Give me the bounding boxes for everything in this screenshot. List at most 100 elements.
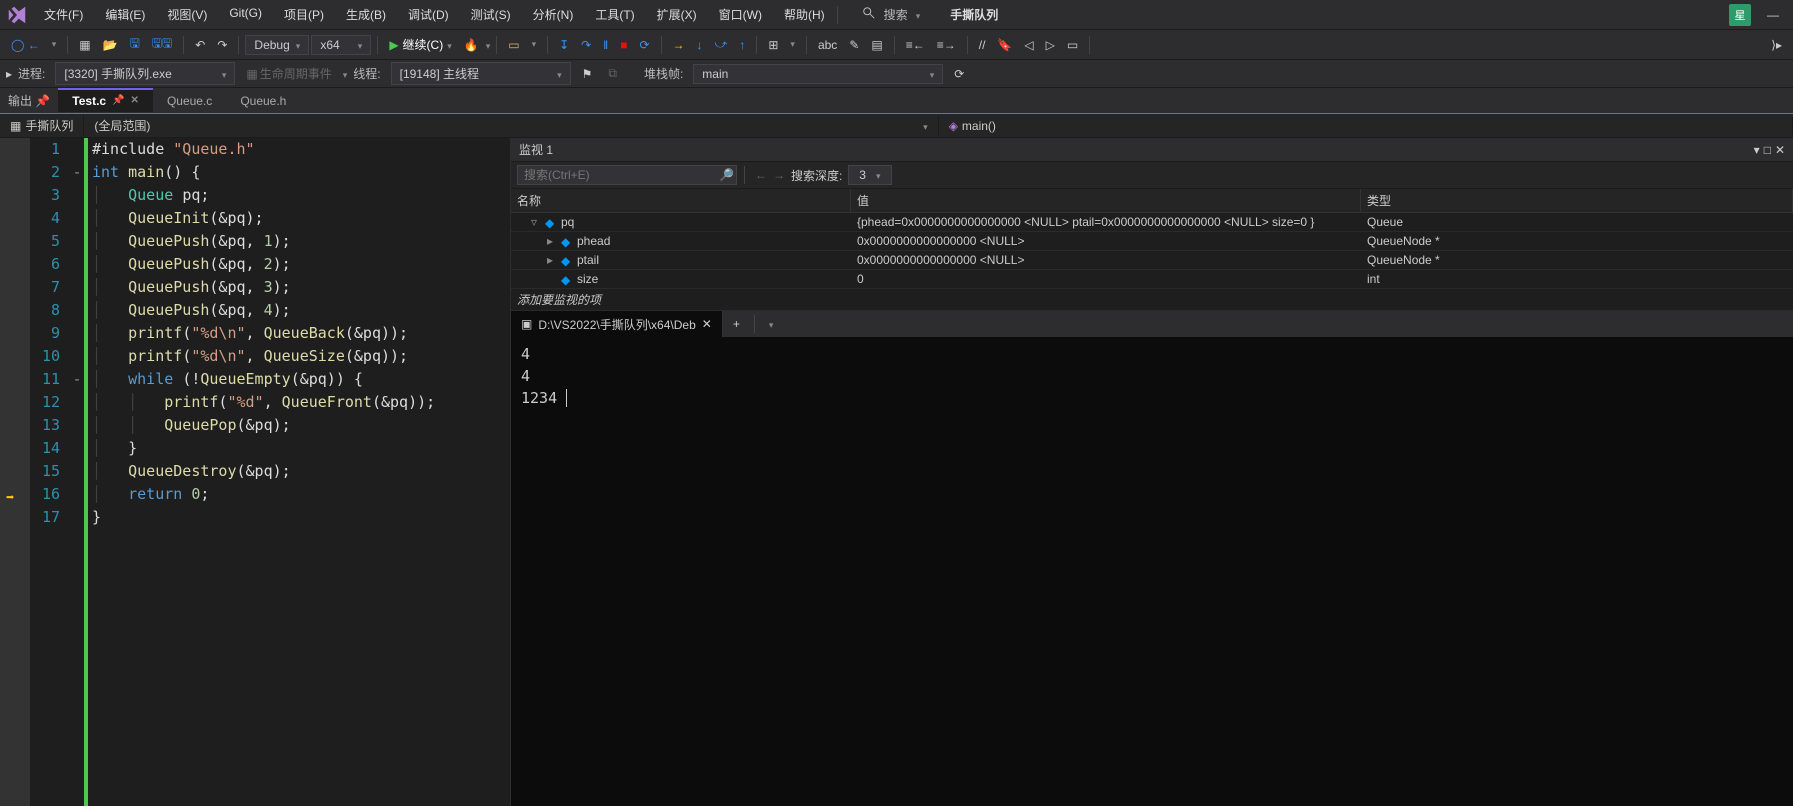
step-into-icon[interactable]: ↧ [554,35,574,55]
indent-icon[interactable]: ≡← [901,35,930,55]
avatar[interactable]: 星 [1729,4,1751,26]
watch-row[interactable]: ▸◆ phead0x0000000000000000 <NULL>QueueNo… [511,232,1793,251]
menu-item[interactable]: 文件(F) [36,2,91,27]
config-dropdown[interactable]: Debug [245,35,309,55]
next-icon[interactable]: → [773,168,785,182]
menu-item[interactable]: 生成(B) [338,2,394,27]
header-type[interactable]: 类型 [1361,189,1793,212]
next-statement-icon[interactable]: → [668,35,690,55]
restart-icon[interactable]: ⟳ [634,35,654,55]
pin-icon[interactable]: 📌 [112,95,124,106]
close-icon[interactable]: ✕ [1775,143,1785,157]
dropdown-icon[interactable]: ▾ [1754,143,1760,157]
header-name[interactable]: 名称 [511,189,851,212]
comment-icon[interactable]: // [974,35,991,55]
minimize-button[interactable]: — [1759,4,1787,26]
pause-icon[interactable]: ‖ [598,35,613,55]
project-context[interactable]: ▦ 手撕队列 [0,115,84,136]
menu-item[interactable]: Git(G) [221,2,270,27]
tool-icon[interactable]: ▤ [866,35,887,55]
member-dropdown[interactable]: ◈ main() [939,117,1793,135]
stop-icon[interactable]: ■ [615,35,632,55]
cube-icon: ◆ [545,216,557,228]
lifecycle-icon[interactable]: ▦ 生命周期事件 [241,62,336,85]
menu-item[interactable]: 分析(N) [525,2,582,27]
hot-reload-icon[interactable]: 🔥 [459,35,484,55]
watch-row[interactable]: ◆ size0int [511,270,1793,289]
prev-icon[interactable]: ← [755,168,767,182]
watch-row[interactable]: ▸◆ ptail0x0000000000000000 <NULL>QueueNo… [511,251,1793,270]
chevron-down-icon[interactable] [759,313,784,335]
live-share-icon[interactable]: ⟩▸ [1766,35,1787,55]
stackframe-dropdown[interactable]: main [693,64,943,84]
chevron-down-icon[interactable] [527,36,542,53]
refresh-icon[interactable]: ⟳ [949,64,969,84]
menu-item[interactable]: 扩展(X) [649,2,705,27]
redo-icon[interactable]: ↷ [212,35,232,55]
menu-item[interactable]: 视图(V) [159,2,215,27]
menu-item[interactable]: 窗口(W) [711,2,770,27]
menu-item[interactable]: 测试(S) [463,2,519,27]
open-icon[interactable]: 📂 [98,35,123,55]
chevron-down-icon[interactable] [785,36,800,53]
toggle-icon[interactable]: ⊞ [763,35,783,55]
save-icon[interactable]: 🖫 [125,31,145,58]
window-icon[interactable]: ▭ [1062,35,1083,55]
scope-dropdown[interactable]: (全局范围) [84,115,938,136]
step-into-icon[interactable]: ↓ [692,35,708,55]
menu-item[interactable]: 调试(D) [400,2,457,27]
tool-icon[interactable]: abc [813,35,842,55]
new-terminal-button[interactable]: + [723,313,750,335]
browser-icon[interactable]: ▭ [503,35,524,55]
code-lines[interactable]: #include "Queue.h"int main() {│ Queue pq… [84,138,435,806]
watch-panel-title[interactable]: 监视 1 ▾ □ ✕ [511,138,1793,162]
tool-icon[interactable]: ✎ [844,35,864,55]
nav-back-button[interactable]: ◯ ← [6,35,45,55]
tool-icon[interactable]: ⧉ [603,63,622,84]
code-editor[interactable]: ➡ 1234567891011121314151617 - - #include… [0,138,510,806]
depth-dropdown[interactable]: 3 [848,165,891,185]
document-tab[interactable]: Test.c📌✕ [58,88,153,112]
close-icon[interactable]: ✕ [702,317,712,331]
add-watch-row[interactable]: 添加要监视的项 [511,289,1793,311]
terminal-output[interactable]: 441234 [511,337,1793,415]
terminal-tab[interactable]: ▣ D:\VS2022\手撕队列\x64\Deb ✕ [511,311,723,337]
continue-button[interactable]: ▶继续(C) [384,33,456,56]
nav-icon[interactable]: ◁ [1019,35,1038,55]
nav-forward-button[interactable] [47,36,62,53]
step-over-icon[interactable]: ⤻ [710,34,733,55]
step-over-icon[interactable]: ↷ [576,35,596,55]
breakpoint-gutter[interactable]: ➡ [0,138,30,806]
nav-icon[interactable]: ▷ [1041,35,1060,55]
menu-item[interactable]: 编辑(E) [97,2,153,27]
watch-row[interactable]: ▿◆ pq{phead=0x0000000000000000 <NULL> pt… [511,213,1793,232]
search-icon[interactable]: 🔎 [719,168,734,182]
process-dropdown[interactable]: [3320] 手撕队列.exe [55,62,235,85]
header-value[interactable]: 值 [851,189,1361,212]
step-out-icon[interactable]: ↑ [734,35,750,55]
search-label[interactable]: 搜索 [884,6,908,23]
bookmark-icon[interactable]: 🔖 [992,35,1017,55]
menu-item[interactable]: 项目(P) [276,2,332,27]
flag-icon[interactable]: ⚑ [577,64,598,84]
save-all-icon[interactable]: 🖫🖫 [147,31,177,58]
output-tab[interactable]: 输出 📌 [0,88,58,113]
thread-dropdown[interactable]: [19148] 主线程 [391,62,571,85]
chevron-down-icon[interactable] [486,38,491,52]
search-icon[interactable] [862,6,876,23]
document-tab[interactable]: Queue.h [226,90,300,112]
close-icon[interactable]: ✕ [131,95,139,106]
chevron-down-icon[interactable] [343,67,348,81]
fold-gutter[interactable]: - - [70,138,84,806]
maximize-icon[interactable]: □ [1764,143,1771,157]
platform-dropdown[interactable]: x64 [311,35,371,55]
debug-toolbar: ▸ 进程: [3320] 手撕队列.exe ▦ 生命周期事件 线程: [1914… [0,60,1793,88]
watch-search-input[interactable] [517,165,737,185]
undo-icon[interactable]: ↶ [190,35,210,55]
chevron-down-icon[interactable] [916,8,921,22]
menu-item[interactable]: 工具(T) [587,2,642,27]
new-project-icon[interactable]: ▦ [74,35,95,55]
outdent-icon[interactable]: ≡→ [932,35,961,55]
document-tab[interactable]: Queue.c [153,90,226,112]
menu-item[interactable]: 帮助(H) [776,2,833,27]
